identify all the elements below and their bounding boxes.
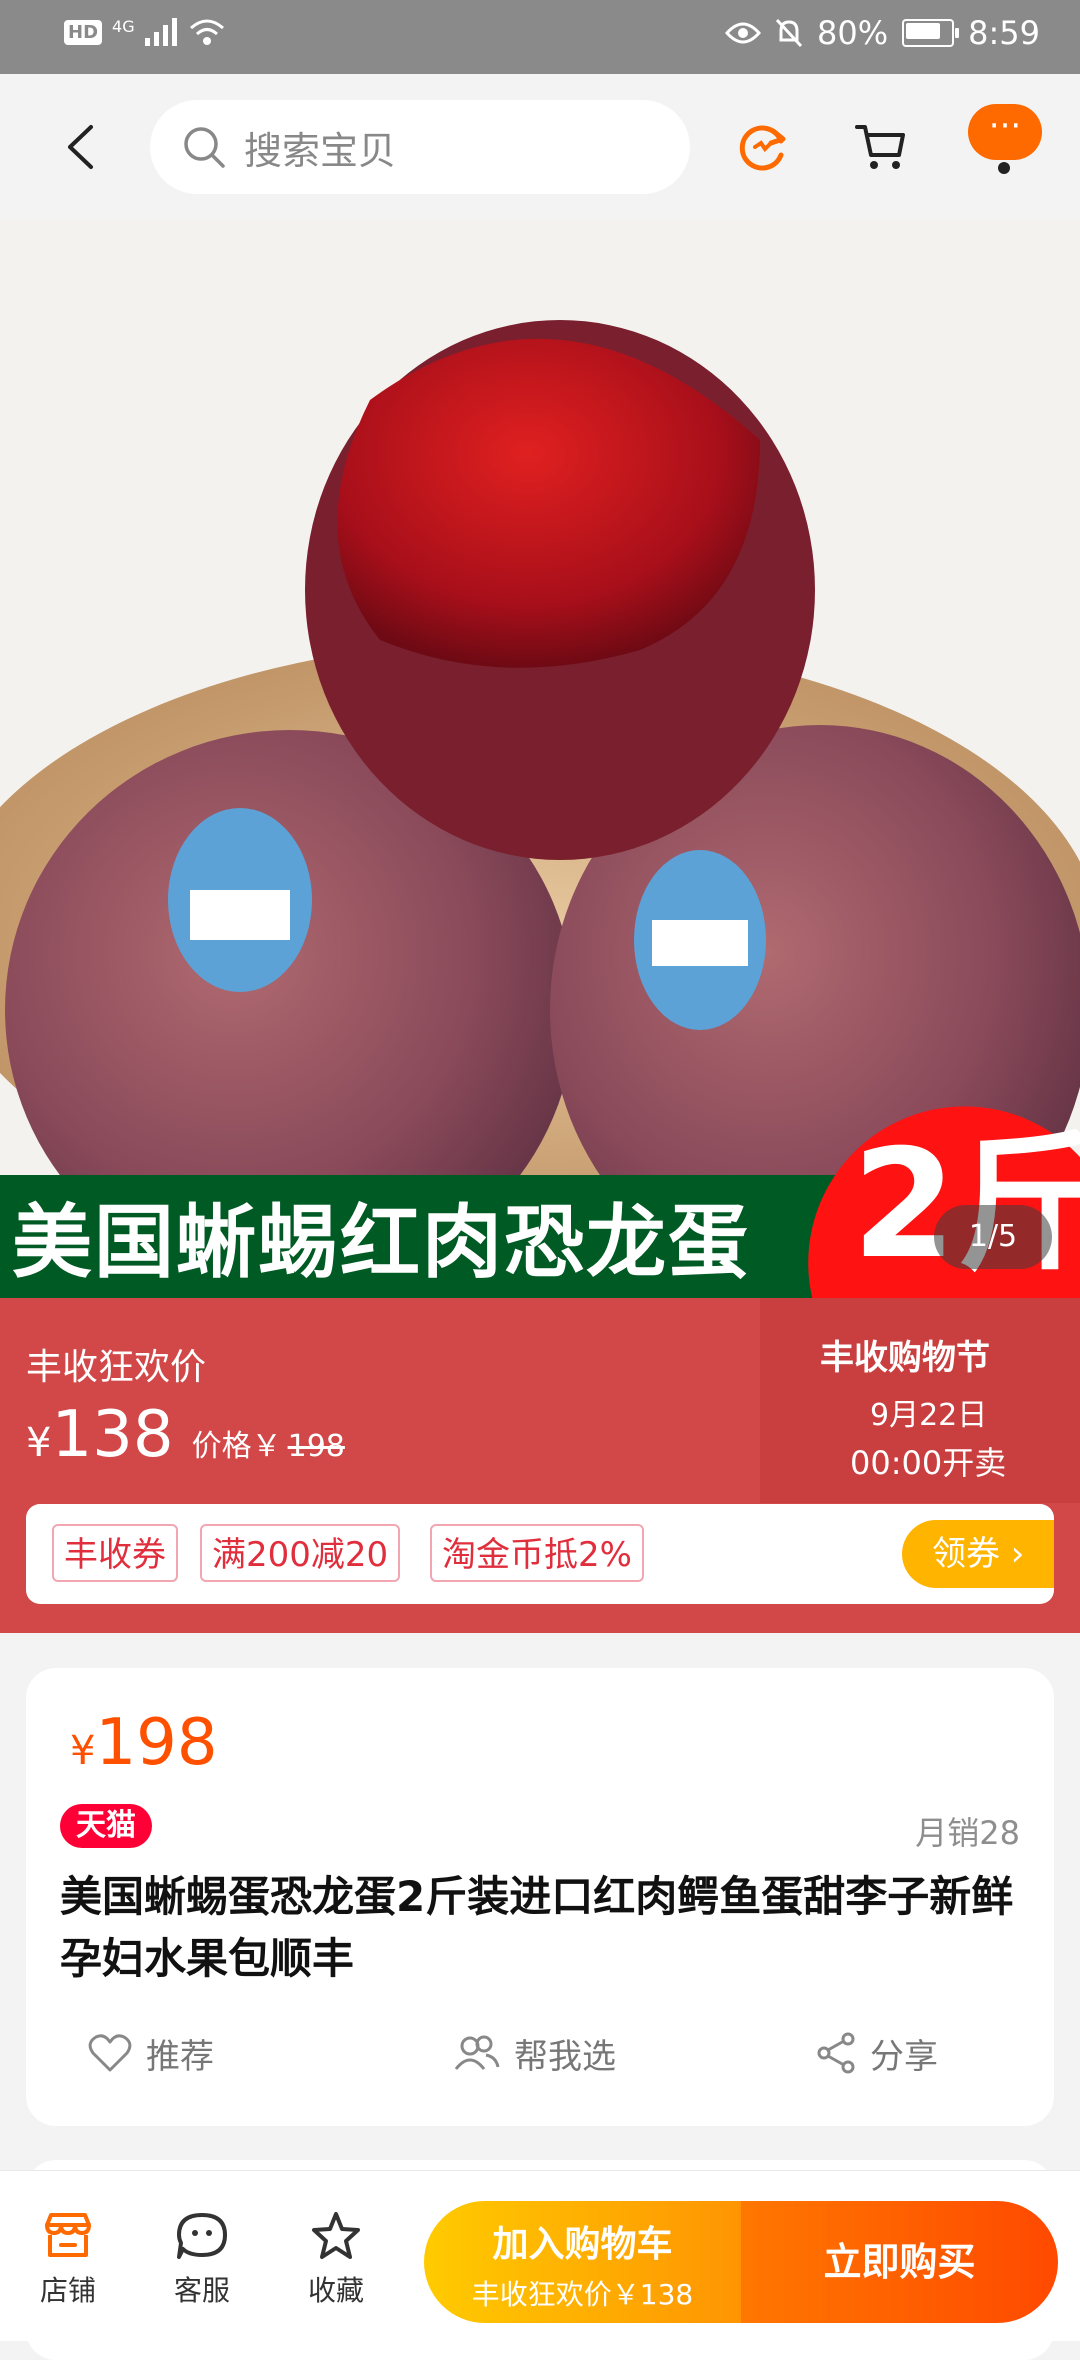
coupon-row[interactable]: 丰收券 满200减20 淘金币抵2% 领券 ›: [26, 1504, 1054, 1604]
add-to-cart-label: 加入购物车: [492, 2224, 673, 2265]
wifi-icon: [189, 19, 224, 45]
clock: 8:59: [968, 14, 1040, 52]
promo-price: ¥138 价格￥ 198: [26, 1398, 345, 1472]
heart-icon: [88, 2034, 132, 2072]
service-label: 客服: [173, 2274, 230, 2307]
product-title: 美国蜥蜴蛋恐龙蛋2斤装进口红肉鳄鱼蛋甜李子新鲜孕妇水果包顺丰: [60, 1872, 1014, 1983]
hd-badge: HD: [64, 19, 103, 45]
back-button[interactable]: [50, 114, 110, 180]
coupon-tag-harvest: 丰收券: [52, 1524, 178, 1582]
add-to-cart-price: 丰收狂欢价￥138: [471, 2278, 694, 2311]
shopping-cart-icon: [855, 125, 905, 169]
hero-banner-text: 美国蜥蜴红肉恐龙蛋: [12, 1196, 750, 1289]
more-button[interactable]: ···: [968, 104, 1042, 160]
recommend-label: 推荐: [146, 2036, 214, 2077]
festival-date: 9月22日: [870, 1398, 988, 1433]
promo-price-value: 138: [51, 1398, 174, 1472]
shop-label: 店铺: [39, 2274, 96, 2307]
coupon-tag-discount: 满200减20: [200, 1524, 401, 1582]
promo-label: 丰收狂欢价: [26, 1347, 207, 1388]
promo-section: 丰收狂欢价 ¥138 价格￥ 198 丰收购物节 9月22日 00:00开卖 丰收券…: [0, 1298, 1080, 1633]
product-actions: 推荐 帮我选 分享: [26, 2018, 1054, 2088]
price-value: 198: [95, 1706, 218, 1780]
carousel-pager: 1/5: [934, 1205, 1052, 1269]
shop-button[interactable]: 店铺: [18, 2211, 118, 2309]
network-type: 4G: [112, 16, 135, 36]
product-info-card: ¥198 天猫 月销28 美国蜥蜴蛋恐龙蛋2斤装进口红肉鳄鱼蛋甜李子新鲜孕妇水果…: [26, 1668, 1054, 2126]
original-price: 价格￥ 198: [192, 1429, 345, 1464]
product-price: ¥198: [70, 1706, 218, 1780]
people-icon: [454, 2035, 500, 2070]
battery-icon: [902, 19, 960, 47]
notification-dot: [998, 162, 1010, 174]
help-choose-label: 帮我选: [514, 2036, 616, 2077]
search-placeholder: 搜索宝贝: [244, 128, 397, 173]
coupon-tag-taojinbi: 淘金币抵2%: [430, 1524, 644, 1582]
battery-percent: 80%: [817, 14, 889, 52]
bottom-action-bar: 店铺 客服 收藏 加入购物车 丰收狂欢价￥138 立即购买: [0, 2170, 1080, 2341]
star-icon: [312, 2212, 360, 2259]
claim-coupon-button[interactable]: 领券 ›: [902, 1520, 1054, 1588]
festival-time: 00:00开卖: [850, 1444, 1007, 1482]
share-button[interactable]: 分享: [816, 2018, 938, 2088]
signal-icon: [144, 18, 177, 46]
refresh-icon: [739, 125, 786, 171]
status-bar: HD 4G 80% 8:59: [0, 0, 1080, 74]
original-price-value: 198: [287, 1429, 345, 1464]
recommend-button[interactable]: 推荐: [88, 2018, 214, 2088]
shop-icon: [45, 2213, 91, 2257]
customer-service-button[interactable]: 客服: [152, 2211, 252, 2309]
search-input[interactable]: 搜索宝贝: [150, 100, 690, 194]
promo-currency: ¥: [26, 1420, 52, 1466]
festival-title: 丰收购物节: [820, 1338, 990, 1378]
price-currency: ¥: [70, 1728, 96, 1774]
share-icon: [817, 2032, 855, 2074]
share-label: 分享: [870, 2036, 938, 2077]
favorite-button[interactable]: 收藏: [286, 2211, 386, 2309]
refresh-button[interactable]: [728, 112, 798, 182]
monthly-sales: 月销28: [915, 1814, 1020, 1852]
service-icon: [177, 2213, 227, 2259]
buy-now-button[interactable]: 立即购买: [741, 2201, 1058, 2323]
mute-bell-icon: [775, 18, 803, 48]
add-to-cart-button[interactable]: 加入购物车 丰收狂欢价￥138: [424, 2201, 741, 2323]
eye-icon: [725, 22, 762, 44]
back-arrow-icon: [68, 125, 93, 169]
tmall-badge: 天猫: [60, 1804, 152, 1848]
cart-button[interactable]: [846, 112, 916, 182]
original-price-label: 价格￥: [191, 1429, 282, 1464]
product-image-carousel[interactable]: 美国蜥蜴红肉恐龙蛋 2斤 1/5: [0, 220, 1080, 1298]
favorite-label: 收藏: [307, 2274, 364, 2307]
search-icon: [184, 127, 225, 168]
help-choose-button[interactable]: 帮我选: [452, 2018, 616, 2088]
top-nav: 搜索宝贝 ···: [0, 74, 1080, 220]
